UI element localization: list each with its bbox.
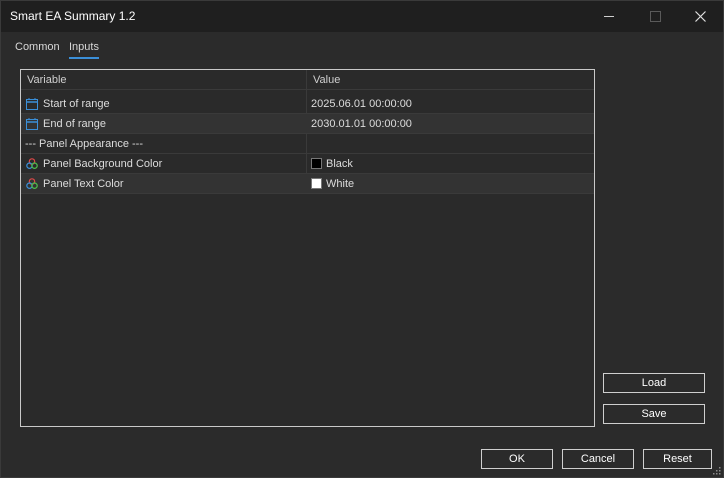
table-row[interactable]: Panel Text Color White [21,174,594,194]
tab-common[interactable]: Common [15,41,60,53]
resize-grip-icon[interactable] [713,467,721,475]
color-palette-icon [25,157,39,171]
tab-inputs[interactable]: Inputs [69,41,99,59]
save-button[interactable]: Save [603,404,705,424]
maximize-icon [649,11,661,22]
variable-name: Panel Background Color [43,158,163,170]
color-swatch [311,158,322,169]
table-row[interactable]: --- Panel Appearance --- [21,134,594,154]
table-row[interactable]: End of range 2030.01.01 00:00:00 [21,114,594,134]
variable-name: Panel Text Color [43,178,124,190]
column-header-value[interactable]: Value [307,70,594,90]
calendar-icon [25,117,39,131]
maximize-button [632,1,678,32]
value-field[interactable]: 2030.01.01 00:00:00 [307,114,594,134]
reset-button[interactable]: Reset [643,449,712,469]
table-row[interactable]: Start of range 2025.06.01 00:00:00 [21,94,594,114]
section-label: --- Panel Appearance --- [25,138,143,150]
calendar-icon [25,97,39,111]
grid-header: Variable Value [21,70,594,90]
value-field[interactable]: 2025.06.01 00:00:00 [307,94,594,114]
close-icon [694,11,706,22]
title-bar[interactable]: Smart EA Summary 1.2 [1,1,723,32]
color-palette-icon [25,177,39,191]
color-value-field[interactable]: White [307,174,594,194]
variable-name: Start of range [43,98,110,110]
load-button[interactable]: Load [603,373,705,393]
variable-name: End of range [43,118,106,130]
ok-button[interactable]: OK [481,449,553,469]
color-value-field[interactable]: Black [307,154,594,174]
cancel-button[interactable]: Cancel [562,449,634,469]
column-header-variable[interactable]: Variable [21,70,306,90]
table-row[interactable]: Panel Background Color Black [21,154,594,174]
minimize-button[interactable] [586,1,632,32]
value-field [307,134,594,154]
inputs-grid: Variable Value Start of range 2025.06.01… [20,69,595,427]
dialog-window: Smart EA Summary 1.2 Common Inputs Varia… [0,0,724,478]
window-title: Smart EA Summary 1.2 [10,9,136,23]
color-swatch [311,178,322,189]
close-button[interactable] [677,1,723,32]
minimize-icon [604,16,614,17]
